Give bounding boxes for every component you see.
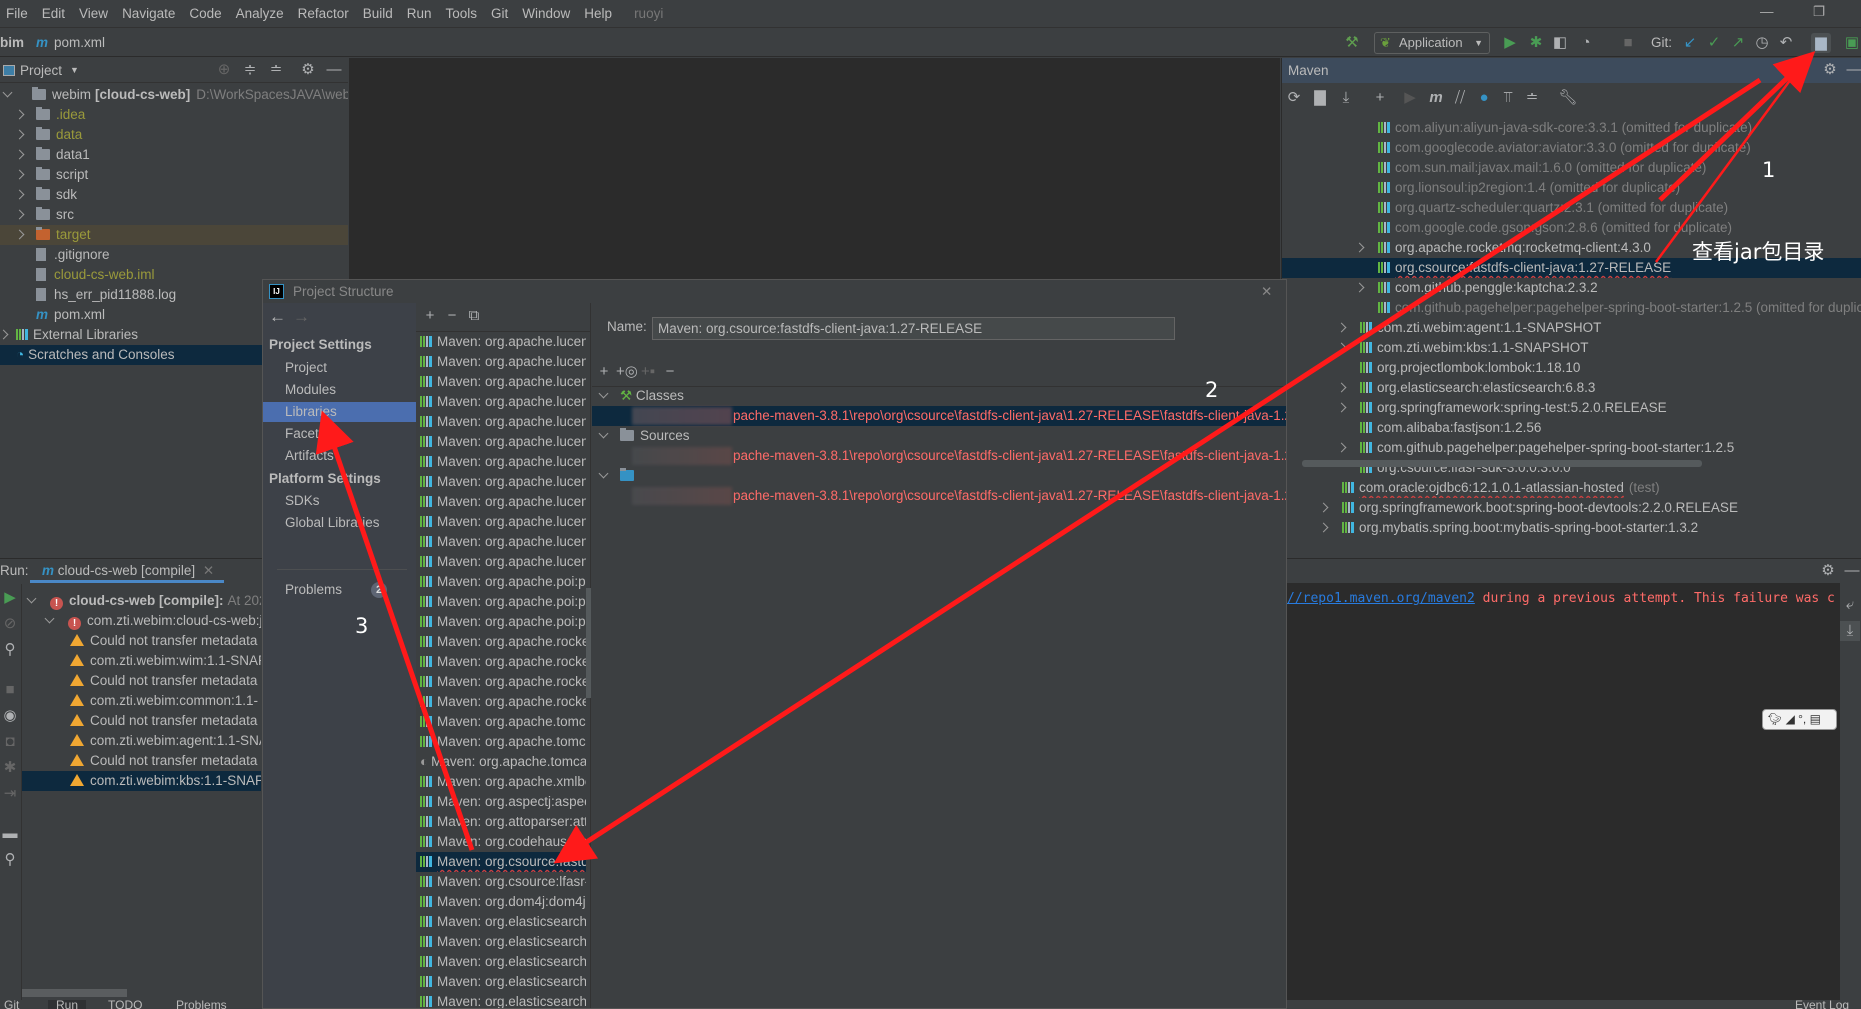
annotation-arrow-to-folder-thin	[1654, 55, 1808, 263]
annotation-step-3: 3	[355, 614, 369, 638]
annotation-step-1: 1	[1762, 158, 1776, 182]
annotation-arrow-to-libraries-nav	[315, 410, 475, 851]
annotation-note: 查看jar包目录	[1692, 240, 1825, 264]
annotation-arrow-to-library	[553, 77, 1762, 864]
annotation-step-2: 2	[1205, 378, 1219, 402]
annotation-layer	[315, 51, 1816, 864]
